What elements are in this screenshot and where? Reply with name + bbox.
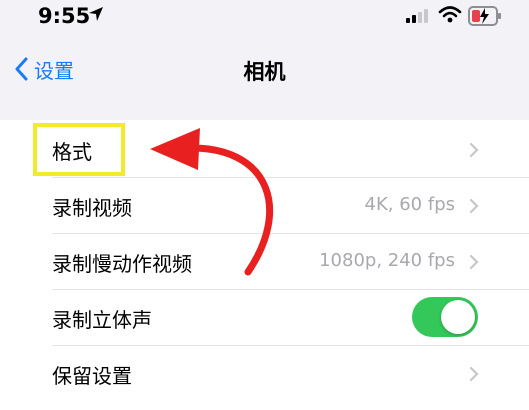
annotation-arrow-icon xyxy=(150,128,274,276)
